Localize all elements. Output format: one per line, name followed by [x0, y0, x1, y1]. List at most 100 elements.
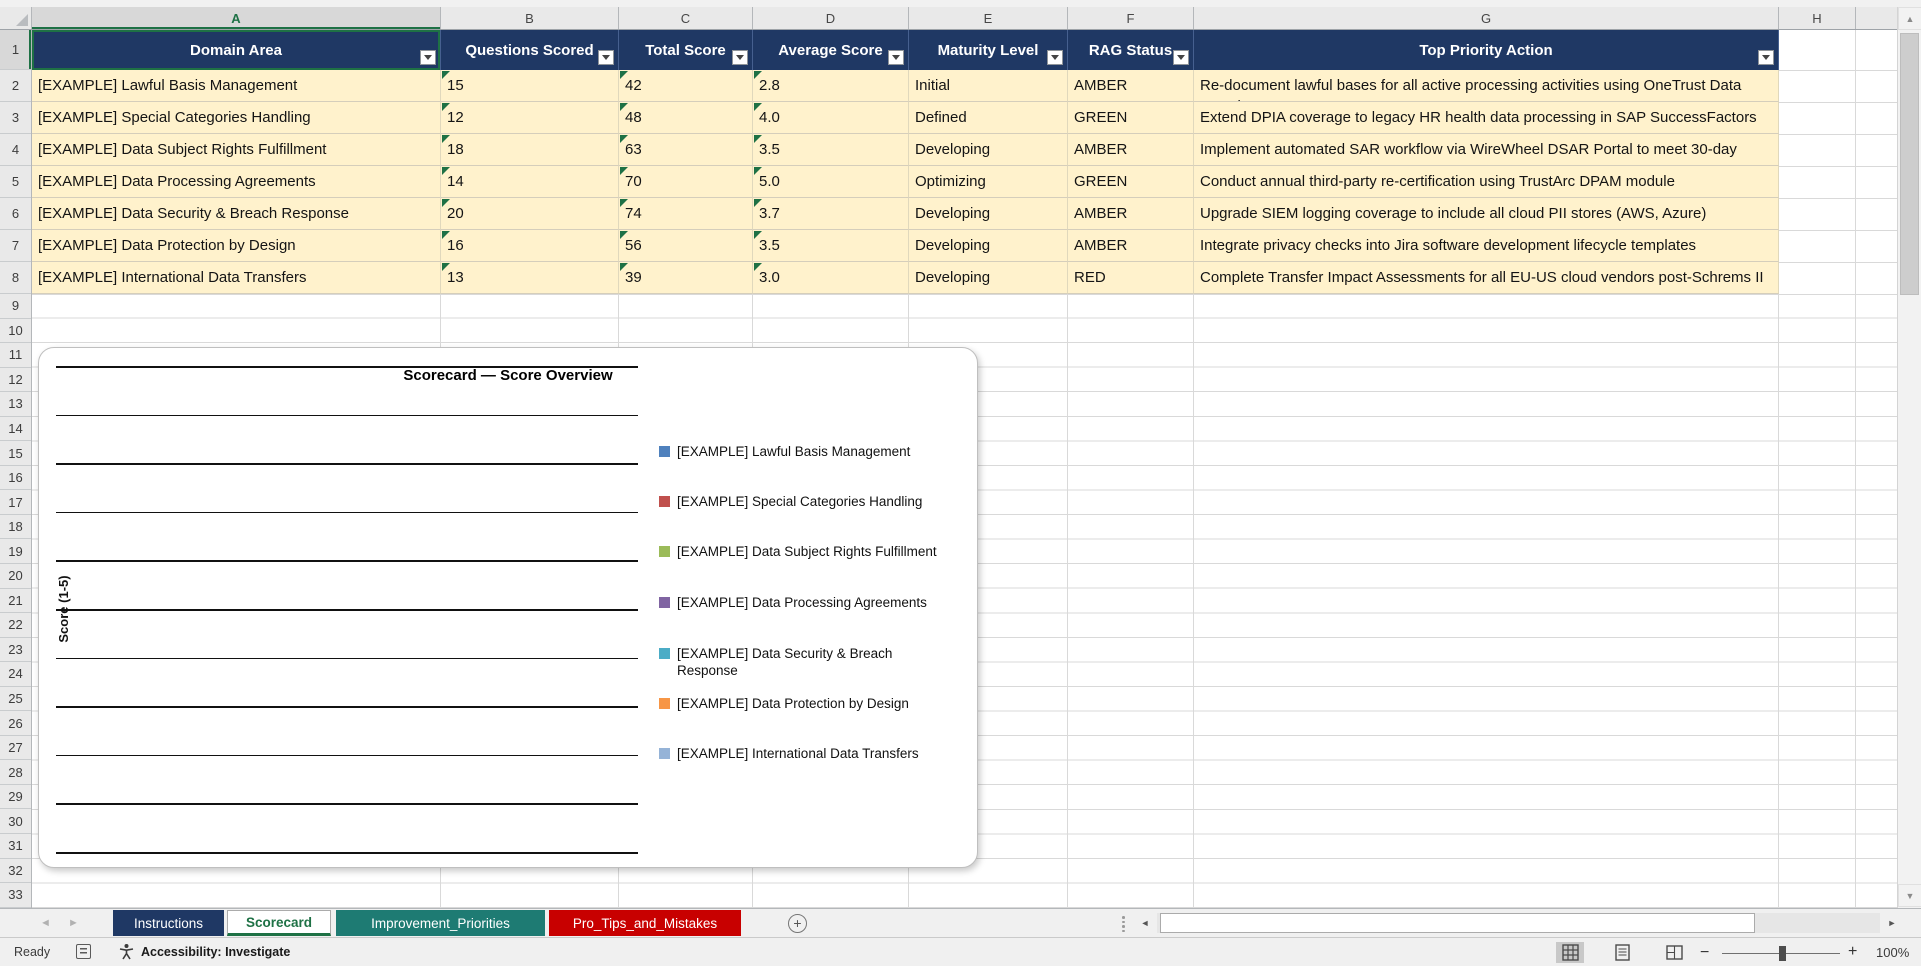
macro-record-icon[interactable]	[76, 944, 91, 959]
vertical-scrollbar[interactable]: ▲ ▼	[1897, 7, 1921, 908]
row-header-31[interactable]: 31	[0, 834, 31, 859]
cell-total[interactable]: 39	[619, 262, 753, 294]
cell-domain[interactable]: [EXAMPLE] Lawful Basis Management	[32, 70, 441, 102]
zoom-percentage[interactable]: 100%	[1876, 945, 1909, 960]
column-header-e[interactable]: E	[909, 7, 1068, 29]
horizontal-scroll-thumb[interactable]	[1160, 913, 1755, 933]
page-break-preview-button[interactable]	[1660, 942, 1688, 963]
row-header-19[interactable]: 19	[0, 539, 31, 565]
cell-total[interactable]: 63	[619, 134, 753, 166]
row-header-24[interactable]: 24	[0, 662, 31, 687]
row-header-18[interactable]: 18	[0, 515, 31, 540]
row-header-25[interactable]: 25	[0, 687, 31, 712]
header-cell-maturity-level[interactable]: Maturity Level	[909, 30, 1068, 70]
row-header-30[interactable]: 30	[0, 809, 31, 835]
legend-item[interactable]: [EXAMPLE] Data Protection by Design	[659, 695, 989, 712]
row-header-11[interactable]: 11	[0, 343, 31, 368]
zoom-out-button[interactable]: −	[1700, 944, 1709, 962]
cell-average[interactable]: 5.0	[753, 166, 909, 198]
cell-questions[interactable]: 20	[441, 198, 619, 230]
cell-average[interactable]: 3.5	[753, 134, 909, 166]
column-header-d[interactable]: D	[753, 7, 909, 29]
filter-dropdown-button[interactable]	[1047, 50, 1063, 65]
cell-domain[interactable]: [EXAMPLE] Data Subject Rights Fulfillmen…	[32, 134, 441, 166]
filter-dropdown-button[interactable]	[1758, 50, 1774, 65]
filter-dropdown-button[interactable]	[598, 50, 614, 65]
filter-dropdown-button[interactable]	[420, 50, 436, 65]
cell-total[interactable]: 56	[619, 230, 753, 262]
row-header-5[interactable]: 5	[0, 166, 31, 198]
cell-action[interactable]: Extend DPIA coverage to legacy HR health…	[1194, 102, 1779, 134]
scroll-right-button[interactable]: ►	[1882, 913, 1902, 933]
cell-questions[interactable]: 14	[441, 166, 619, 198]
cell-domain[interactable]: [EXAMPLE] Special Categories Handling	[32, 102, 441, 134]
zoom-slider-thumb[interactable]	[1779, 946, 1786, 961]
cell-total[interactable]: 48	[619, 102, 753, 134]
cell-average[interactable]: 4.0	[753, 102, 909, 134]
tab-improvement-priorities[interactable]: Improvement_Priorities	[336, 910, 545, 936]
column-header-g[interactable]: G	[1194, 7, 1779, 29]
row-header-15[interactable]: 15	[0, 441, 31, 466]
legend-item[interactable]: [EXAMPLE] Data Security & Breach Respons…	[659, 645, 989, 679]
score-overview-chart[interactable]: Scorecard — Score Overview Score (1-5) […	[38, 347, 978, 868]
normal-view-button[interactable]	[1556, 942, 1584, 963]
cell-action[interactable]: Conduct annual third-party re-certificat…	[1194, 166, 1779, 198]
scroll-left-button[interactable]: ◄	[1135, 913, 1155, 933]
cell-rag[interactable]: AMBER	[1068, 70, 1194, 102]
legend-item[interactable]: [EXAMPLE] International Data Transfers	[659, 745, 989, 762]
row-header-23[interactable]: 23	[0, 638, 31, 663]
cell-questions[interactable]: 12	[441, 102, 619, 134]
row-header-8[interactable]: 8	[0, 262, 31, 294]
cell-total[interactable]: 42	[619, 70, 753, 102]
header-cell-questions-scored[interactable]: Questions Scored	[441, 30, 619, 70]
tab-scroll-right-icon[interactable]: ►	[68, 917, 79, 929]
legend-item[interactable]: [EXAMPLE] Data Processing Agreements	[659, 594, 989, 611]
header-cell-domain-area[interactable]: Domain Area	[32, 30, 441, 70]
accessibility-status[interactable]: Accessibility: Investigate	[141, 945, 290, 959]
cell-total[interactable]: 70	[619, 166, 753, 198]
row-header-20[interactable]: 20	[0, 564, 31, 589]
cell-maturity[interactable]: Initial	[909, 70, 1068, 102]
legend-item[interactable]: [EXAMPLE] Lawful Basis Management	[659, 443, 989, 460]
filter-dropdown-button[interactable]	[732, 50, 748, 65]
row-header-13[interactable]: 13	[0, 392, 31, 417]
cell-rag[interactable]: GREEN	[1068, 166, 1194, 198]
page-layout-view-button[interactable]	[1608, 942, 1636, 963]
cell-questions[interactable]: 15	[441, 70, 619, 102]
cell-domain[interactable]: [EXAMPLE] Data Security & Breach Respons…	[32, 198, 441, 230]
column-header-c[interactable]: C	[619, 7, 753, 29]
scroll-down-button[interactable]: ▼	[1898, 884, 1921, 907]
cell-average[interactable]: 3.0	[753, 262, 909, 294]
tab-pro-tips-and-mistakes[interactable]: Pro_Tips_and_Mistakes	[549, 910, 741, 936]
column-header-b[interactable]: B	[441, 7, 619, 29]
cell-rag[interactable]: RED	[1068, 262, 1194, 294]
cell-average[interactable]: 2.8	[753, 70, 909, 102]
scrollbar-resize-handle[interactable]	[1122, 916, 1125, 932]
cell-maturity[interactable]: Developing	[909, 134, 1068, 166]
scroll-up-button[interactable]: ▲	[1898, 7, 1921, 30]
row-header-14[interactable]: 14	[0, 417, 31, 442]
column-header-f[interactable]: F	[1068, 7, 1194, 29]
cell-rag[interactable]: AMBER	[1068, 230, 1194, 262]
row-header-6[interactable]: 6	[0, 198, 31, 230]
row-header-9[interactable]: 9	[0, 294, 31, 319]
row-header-33[interactable]: 33	[0, 883, 31, 908]
cell-rag[interactable]: AMBER	[1068, 134, 1194, 166]
row-header-7[interactable]: 7	[0, 230, 31, 262]
row-header-27[interactable]: 27	[0, 736, 31, 761]
cell-average[interactable]: 3.7	[753, 198, 909, 230]
cell-domain[interactable]: [EXAMPLE] Data Protection by Design	[32, 230, 441, 262]
row-header-1[interactable]: 1	[0, 30, 31, 70]
header-cell-average-score[interactable]: Average Score	[753, 30, 909, 70]
cell-total[interactable]: 74	[619, 198, 753, 230]
row-header-21[interactable]: 21	[0, 589, 31, 614]
header-cell-top-priority-action[interactable]: Top Priority Action	[1194, 30, 1779, 70]
filter-dropdown-button[interactable]	[888, 50, 904, 65]
select-all-button[interactable]	[0, 7, 32, 29]
column-header-a[interactable]: A	[32, 7, 441, 29]
row-header-26[interactable]: 26	[0, 711, 31, 736]
legend-item[interactable]: [EXAMPLE] Special Categories Handling	[659, 493, 989, 510]
filter-dropdown-button[interactable]	[1173, 50, 1189, 65]
row-header-32[interactable]: 32	[0, 859, 31, 884]
cell-action[interactable]: Complete Transfer Impact Assessments for…	[1194, 262, 1779, 294]
